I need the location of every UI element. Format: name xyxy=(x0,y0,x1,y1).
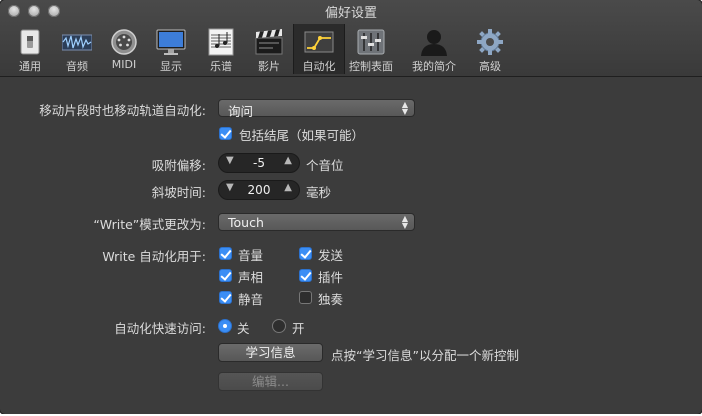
write-for-label: Write 自动化用于: xyxy=(102,249,206,264)
increment-icon[interactable]: ▲ xyxy=(284,182,292,193)
write-plugin-checkbox[interactable] xyxy=(299,269,312,282)
write-mute-label: 静音 xyxy=(238,292,264,307)
increment-icon[interactable]: ▲ xyxy=(284,155,292,166)
monitor-icon xyxy=(156,29,186,55)
write-solo-label: 独奏 xyxy=(318,292,344,307)
learn-hint: 点按“学习信息”以分配一个新控制 xyxy=(331,348,519,363)
include-tails-label: 包括结尾（如果可能） xyxy=(239,128,365,143)
preferences-window: 偏好设置 通用 音频 MIDI 显示 乐谱 影片 自动化 控制表面 我的简介 高… xyxy=(0,0,702,414)
write-mute-checkbox[interactable] xyxy=(219,291,232,304)
tab-my-info[interactable]: 我的简介 xyxy=(409,24,459,74)
profile-silhouette-icon xyxy=(421,30,447,56)
waveform-icon xyxy=(62,34,92,51)
quick-access-off-radio[interactable] xyxy=(218,319,232,333)
write-volume-label: 音量 xyxy=(238,248,264,263)
score-icon xyxy=(208,28,234,56)
write-solo-checkbox[interactable] xyxy=(299,291,312,304)
ramp-time-stepper[interactable]: ▼ 200 ▲ xyxy=(218,180,300,200)
write-send-checkbox[interactable] xyxy=(299,247,312,260)
tab-control-surfaces[interactable]: 控制表面 xyxy=(346,24,396,74)
write-mode-label: “Write”模式更改为: xyxy=(93,217,206,232)
write-volume-checkbox[interactable] xyxy=(219,247,232,260)
snap-offset-stepper[interactable]: ▼ -5 ▲ xyxy=(218,153,300,173)
ramp-time-label: 斜坡时间: xyxy=(151,185,206,200)
write-plugin-label: 插件 xyxy=(318,270,344,285)
quick-access-on-label: 开 xyxy=(292,321,305,336)
include-tails-checkbox[interactable] xyxy=(219,127,232,140)
ramp-time-unit: 毫秒 xyxy=(306,185,332,200)
learn-button[interactable]: 学习信息 xyxy=(218,343,323,362)
write-mode-popup[interactable]: Touch ▲ ▼ xyxy=(218,213,415,231)
move-automation-popup[interactable]: 询问 ▲ ▼ xyxy=(218,99,415,119)
quick-access-label: 自动化快速访问: xyxy=(114,321,206,336)
faders-icon xyxy=(357,29,385,55)
window-title: 偏好设置 xyxy=(324,6,377,21)
move-automation-label: 移动片段时也移动轨道自动化: xyxy=(39,103,206,118)
popup-value: 询问 xyxy=(228,104,254,119)
switch-icon xyxy=(20,29,40,55)
quick-access-on-radio[interactable] xyxy=(272,319,286,333)
write-send-label: 发送 xyxy=(318,248,344,263)
midi-port-icon xyxy=(111,29,137,55)
chevron-updown-icon: ▲ ▼ xyxy=(401,100,408,116)
tab-label: 高级 xyxy=(479,60,501,73)
quick-access-off-label: 关 xyxy=(237,321,250,336)
tab-label: 控制表面 xyxy=(349,60,393,73)
edit-button[interactable]: 编辑... xyxy=(218,372,323,391)
write-pan-label: 声相 xyxy=(238,270,264,285)
gear-icon xyxy=(477,29,503,55)
clapperboard-icon xyxy=(255,29,283,55)
snap-offset-label: 吸附偏移: xyxy=(151,158,206,173)
title-toolbar: 偏好设置 通用 音频 MIDI 显示 乐谱 影片 自动化 控制表面 我的简介 高… xyxy=(0,0,702,77)
write-pan-checkbox[interactable] xyxy=(219,269,232,282)
chevron-updown-icon: ▲ ▼ xyxy=(401,214,408,230)
snap-offset-unit: 个音位 xyxy=(306,158,344,173)
popup-value: Touch xyxy=(228,215,264,230)
tab-advanced[interactable]: 高级 xyxy=(465,24,515,74)
automation-icon xyxy=(304,31,334,53)
